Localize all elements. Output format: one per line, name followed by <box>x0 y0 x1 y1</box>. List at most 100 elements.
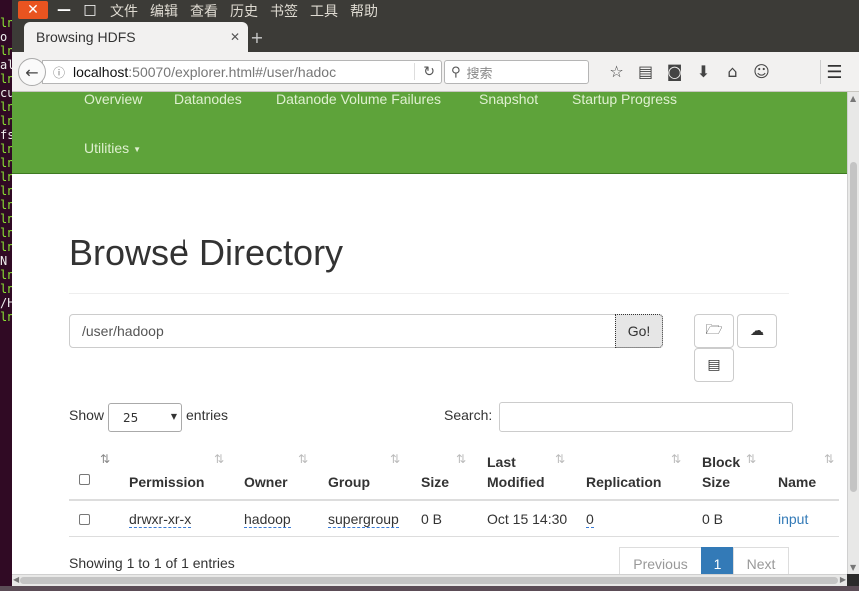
nav-utilities[interactable]: Utilities ▼ <box>84 140 141 156</box>
close-window-icon[interactable]: ✕ <box>18 1 48 19</box>
cell-group[interactable]: supergroup <box>328 511 399 528</box>
terminal-line: o <box>0 30 8 44</box>
desktop-background-strip <box>0 586 859 591</box>
tab-title: Browsing HDFS <box>36 29 136 45</box>
header-last-modified-line2[interactable]: Modified <box>487 472 545 492</box>
header-owner[interactable]: Owner <box>244 472 288 492</box>
select-all-checkbox[interactable] <box>79 474 90 485</box>
scroll-left-icon[interactable]: ◀ <box>13 575 19 584</box>
reload-icon[interactable]: ↻ <box>414 63 435 80</box>
menu-history[interactable]: 历史 <box>230 1 258 21</box>
reading-list-icon[interactable]: ▤ <box>631 62 660 81</box>
sort-icon[interactable]: ⇅ <box>555 452 565 466</box>
cell-owner[interactable]: hadoop <box>244 511 291 528</box>
page-1-button[interactable]: 1 <box>701 547 734 574</box>
new-tab-icon[interactable]: + <box>248 28 266 47</box>
horizontal-scroll-thumb[interactable] <box>20 577 838 584</box>
chat-icon[interactable]: ☺ <box>747 62 776 81</box>
header-size[interactable]: Size <box>421 472 449 492</box>
tab-strip: Browsing HDFS ✕ + <box>12 22 859 52</box>
scroll-right-icon[interactable]: ▶ <box>840 575 846 584</box>
upload-button[interactable]: ☁ <box>737 314 777 348</box>
cell-size: 0 B <box>421 511 443 527</box>
sort-icon[interactable]: ⇅ <box>824 452 834 466</box>
vertical-scroll-thumb[interactable] <box>850 162 857 492</box>
entries-label: entries <box>186 407 229 423</box>
show-label: Show <box>69 407 105 423</box>
nav-datanodes[interactable]: Datanodes <box>174 92 242 107</box>
entries-select[interactable]: 25 ▼ <box>108 403 182 432</box>
entries-value: 25 <box>123 410 139 425</box>
menu-tools[interactable]: 工具 <box>310 1 338 21</box>
terminal-line: ln <box>0 184 12 198</box>
horizontal-scrollbar[interactable]: ◀ ▶ <box>12 574 847 586</box>
nav-startup-progress[interactable]: Startup Progress <box>572 92 677 107</box>
terminal-line: ln <box>0 16 12 30</box>
menu-help[interactable]: 帮助 <box>350 1 378 21</box>
url-bar[interactable]: ⓘ localhost:50070/explorer.html#/user/ha… <box>42 60 442 84</box>
previous-page-button[interactable]: Previous <box>619 547 702 574</box>
search-icon: ⚲ <box>451 64 461 80</box>
window-controls: ✕ — □ <box>12 0 106 22</box>
site-info-icon[interactable]: ⓘ <box>53 64 73 81</box>
browser-search-input[interactable]: ⚲ 搜索 <box>444 60 589 84</box>
scroll-down-icon[interactable]: ▼ <box>850 563 856 572</box>
sort-icon[interactable]: ⇅ <box>671 452 681 466</box>
create-directory-button[interactable]: 🗁 <box>694 314 734 348</box>
menu-edit[interactable]: 编辑 <box>150 1 178 21</box>
download-icon[interactable]: ⬇ <box>689 62 718 81</box>
nav-overview[interactable]: Overview <box>84 92 142 107</box>
header-name[interactable]: Name <box>778 472 816 492</box>
terminal-line: ln <box>0 142 12 156</box>
terminal-line: ln <box>0 114 12 128</box>
header-replication[interactable]: Replication <box>586 472 661 492</box>
sort-icon[interactable]: ⇅ <box>456 452 466 466</box>
nav-utilities-label: Utilities <box>84 140 130 156</box>
select-arrow-icon: ▼ <box>170 412 177 421</box>
url-path: :50070/explorer.html#/user/hadoc <box>128 64 337 80</box>
table-search-input[interactable] <box>499 402 793 432</box>
home-icon[interactable]: ⌂ <box>718 62 747 81</box>
sort-asc-icon[interactable]: ⇅ <box>100 452 110 466</box>
header-block-size-line2[interactable]: Size <box>702 472 730 492</box>
bookmark-star-icon[interactable]: ☆ <box>602 62 631 81</box>
pocket-icon[interactable]: ◙ <box>660 62 689 81</box>
minimize-window-icon[interactable]: — <box>54 1 74 19</box>
terminal-line: ln <box>0 310 12 324</box>
terminal-line: al <box>0 58 12 72</box>
header-permission[interactable]: Permission <box>129 472 204 492</box>
maximize-window-icon[interactable]: □ <box>80 1 100 19</box>
back-button[interactable]: ← <box>18 58 46 86</box>
terminal-line: ln <box>0 268 12 282</box>
sort-icon[interactable]: ⇅ <box>390 452 400 466</box>
menu-bookmarks[interactable]: 书签 <box>270 1 298 21</box>
tab-browsing-hdfs[interactable]: Browsing HDFS ✕ <box>24 22 248 52</box>
path-input[interactable]: /user/hadoop <box>69 314 616 348</box>
sort-icon[interactable]: ⇅ <box>746 452 756 466</box>
menu-file[interactable]: 文件 <box>110 1 138 21</box>
cell-block-size: 0 B <box>702 511 724 527</box>
scroll-up-icon[interactable]: ▲ <box>850 94 856 103</box>
nav-datanode-volume-failures[interactable]: Datanode Volume Failures <box>276 92 441 107</box>
header-block-size-line1[interactable]: Block <box>702 452 740 472</box>
cell-name-link[interactable]: input <box>778 511 808 527</box>
close-tab-icon[interactable]: ✕ <box>230 30 240 44</box>
list-view-button[interactable]: ▤ <box>694 348 734 382</box>
url-host: localhost <box>73 64 129 80</box>
next-page-button[interactable]: Next <box>733 547 789 574</box>
nav-snapshot[interactable]: Snapshot <box>479 92 538 107</box>
row-divider <box>69 536 839 537</box>
row-checkbox[interactable] <box>79 514 90 525</box>
sort-icon[interactable]: ⇅ <box>298 452 308 466</box>
table-header-divider <box>69 499 839 501</box>
header-last-modified-line1[interactable]: Last <box>487 452 516 472</box>
menu-hamburger-icon[interactable]: ☰ <box>820 60 848 84</box>
sort-icon[interactable]: ⇅ <box>214 452 224 466</box>
go-button[interactable]: Go! <box>615 314 663 348</box>
cell-permission[interactable]: drwxr-xr-x <box>129 511 192 528</box>
menu-view[interactable]: 查看 <box>190 1 218 21</box>
vertical-scrollbar[interactable]: ▲ ▼ <box>847 92 859 574</box>
back-arrow-icon: ← <box>25 62 39 82</box>
cell-replication[interactable]: 0 <box>586 511 594 528</box>
header-group[interactable]: Group <box>328 472 370 492</box>
